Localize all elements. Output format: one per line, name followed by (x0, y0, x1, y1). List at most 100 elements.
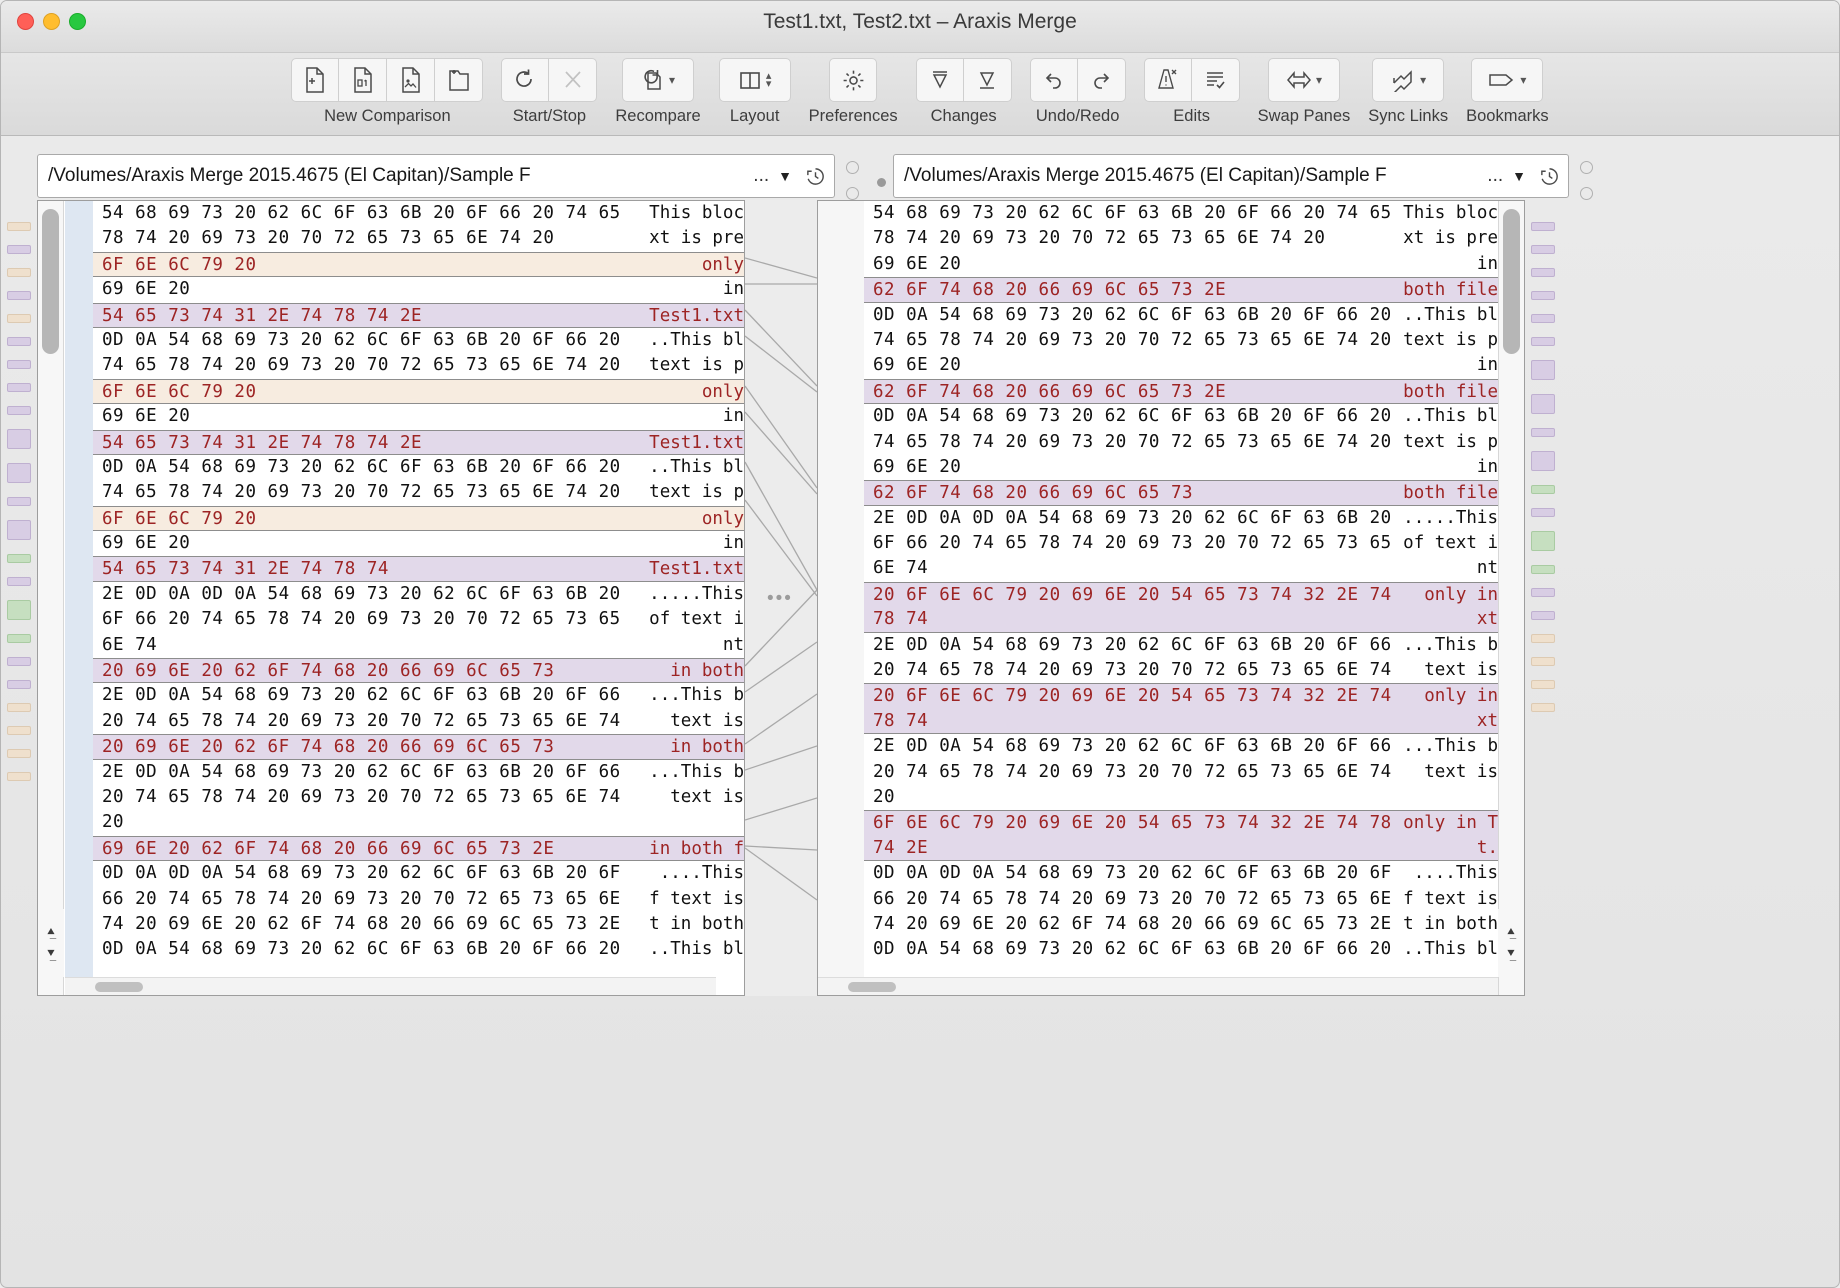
hex-row[interactable]: 69 6E 20in (93, 531, 744, 556)
hex-row[interactable]: 0D 0A 54 68 69 73 20 62 6C 6F 63 6B 20 6… (93, 328, 744, 353)
sync-dot[interactable] (846, 161, 859, 174)
hex-row[interactable]: 78 74xt (864, 607, 1498, 632)
hex-row[interactable]: 2E 0D 0A 54 68 69 73 20 62 6C 6F 63 6B 2… (864, 734, 1498, 759)
preferences-button[interactable] (829, 58, 877, 102)
scroll-to-bottom-icon[interactable]: ⯆̲ (1506, 946, 1516, 962)
change-map-marker[interactable] (1531, 680, 1555, 689)
hex-row[interactable]: 2E 0D 0A 54 68 69 73 20 62 6C 6F 63 6B 2… (93, 760, 744, 785)
hex-row[interactable]: 20 74 65 78 74 20 69 73 20 70 72 65 73 6… (864, 658, 1498, 683)
change-map-marker[interactable] (7, 337, 31, 346)
hex-row[interactable]: 78 74xt (864, 709, 1498, 734)
right-change-map[interactable] (1525, 200, 1561, 996)
hex-row[interactable]: 20 74 65 78 74 20 69 73 20 70 72 65 73 6… (93, 785, 744, 810)
hex-row[interactable]: 74 65 78 74 20 69 73 20 70 72 65 73 65 6… (93, 480, 744, 505)
chevron-down-icon[interactable]: ▼ (1510, 168, 1534, 184)
change-map-marker[interactable] (7, 703, 31, 712)
change-map-marker[interactable] (7, 577, 31, 586)
new-binary-comparison-button[interactable] (339, 58, 387, 102)
change-map-marker[interactable] (1531, 268, 1555, 277)
hex-row[interactable]: 20 69 6E 20 62 6F 74 68 20 66 69 6C 65 7… (93, 658, 744, 683)
change-map-marker[interactable] (7, 314, 31, 323)
change-map-marker[interactable] (7, 520, 31, 540)
change-map-marker[interactable] (7, 680, 31, 689)
scrollbar-thumb[interactable] (848, 982, 896, 992)
left-hex-pane[interactable]: 54 68 69 73 20 62 6C 6F 63 6B 20 6F 66 2… (37, 200, 745, 996)
change-map-marker[interactable] (7, 268, 31, 277)
hex-row[interactable]: 0D 0A 0D 0A 54 68 69 73 20 62 6C 6F 63 6… (93, 861, 744, 886)
hex-row[interactable]: 0D 0A 54 68 69 73 20 62 6C 6F 63 6B 20 6… (93, 937, 744, 962)
hex-row[interactable]: 74 20 69 6E 20 62 6F 74 68 20 66 69 6C 6… (93, 912, 744, 937)
hex-row[interactable]: 0D 0A 0D 0A 54 68 69 73 20 62 6C 6F 63 6… (864, 861, 1498, 886)
scroll-to-bottom-icon[interactable]: ⯆̲ (46, 946, 56, 962)
hex-row[interactable]: 6E 74nt (93, 633, 744, 658)
change-map-marker[interactable] (7, 600, 31, 620)
hex-row[interactable]: 2E 0D 0A 54 68 69 73 20 62 6C 6F 63 6B 2… (93, 683, 744, 708)
change-map-marker[interactable] (1531, 314, 1555, 323)
hex-row[interactable]: 78 74 20 69 73 20 70 72 65 73 65 6E 74 2… (93, 226, 744, 251)
right-hex-pane[interactable]: 54 68 69 73 20 62 6C 6F 63 6B 20 6F 66 2… (817, 200, 1525, 996)
hex-row[interactable]: 20 6F 6E 6C 79 20 69 6E 20 54 65 73 74 3… (864, 582, 1498, 607)
recompare-button[interactable]: ▾ (622, 58, 694, 102)
hex-row[interactable]: 69 6E 20in (864, 252, 1498, 277)
change-map-marker[interactable] (1531, 634, 1555, 643)
change-map-marker[interactable] (7, 726, 31, 735)
change-map-marker[interactable] (7, 554, 31, 563)
hex-row[interactable]: 6F 6E 6C 79 20 69 6E 20 54 65 73 74 32 2… (864, 810, 1498, 835)
hex-row[interactable]: 54 68 69 73 20 62 6C 6F 63 6B 20 6F 66 2… (93, 201, 744, 226)
change-map-marker[interactable] (7, 222, 31, 231)
change-map-marker[interactable] (7, 406, 31, 415)
hex-row[interactable]: 0D 0A 54 68 69 73 20 62 6C 6F 63 6B 20 6… (864, 404, 1498, 429)
right-vertical-scrollbar[interactable] (1498, 201, 1524, 995)
change-map-marker[interactable] (1531, 565, 1555, 574)
change-map-marker[interactable] (7, 360, 31, 369)
hex-row[interactable]: 20 74 65 78 74 20 69 73 20 70 72 65 73 6… (93, 709, 744, 734)
discard-edits-button[interactable] (1144, 58, 1192, 102)
change-map-marker[interactable] (7, 657, 31, 666)
clock-history-icon[interactable] (800, 166, 830, 187)
redo-button[interactable] (1078, 58, 1126, 102)
hex-row[interactable]: 2E 0D 0A 54 68 69 73 20 62 6C 6F 63 6B 2… (864, 633, 1498, 658)
hex-row[interactable]: 0D 0A 54 68 69 73 20 62 6C 6F 63 6B 20 6… (93, 455, 744, 480)
hex-row[interactable]: 6F 6E 6C 79 20only (93, 252, 744, 277)
start-button[interactable] (501, 58, 549, 102)
new-image-comparison-button[interactable] (387, 58, 435, 102)
apply-edits-button[interactable] (1192, 58, 1240, 102)
change-map-marker[interactable] (7, 383, 31, 392)
scroll-to-top-icon[interactable]: ⯅̲ (1506, 924, 1516, 940)
chevron-down-icon[interactable]: ▼ (776, 168, 800, 184)
scrollbar-thumb[interactable] (95, 982, 143, 992)
hex-row[interactable]: 69 6E 20in (864, 455, 1498, 480)
change-map-marker[interactable] (1531, 360, 1555, 380)
new-folder-comparison-button[interactable] (435, 58, 483, 102)
hex-row[interactable]: 74 65 78 74 20 69 73 20 70 72 65 73 65 6… (93, 353, 744, 378)
change-map-marker[interactable] (1531, 291, 1555, 300)
sync-dot[interactable] (846, 187, 859, 200)
stop-button[interactable] (549, 58, 597, 102)
hex-row[interactable]: 2E 0D 0A 0D 0A 54 68 69 73 20 62 6C 6F 6… (93, 582, 744, 607)
hex-row[interactable]: 74 2Et. (864, 836, 1498, 861)
change-map-marker[interactable] (7, 749, 31, 758)
sync-dot[interactable] (1580, 161, 1593, 174)
hex-row[interactable]: 78 74 20 69 73 20 70 72 65 73 65 6E 74 2… (864, 226, 1498, 251)
change-map-marker[interactable] (7, 291, 31, 300)
change-map-marker[interactable] (1531, 337, 1555, 346)
hex-row[interactable]: 62 6F 74 68 20 66 69 6C 65 73both file (864, 480, 1498, 505)
change-map-marker[interactable] (1531, 428, 1555, 437)
change-map-marker[interactable] (1531, 508, 1555, 517)
hex-row[interactable]: 74 65 78 74 20 69 73 20 70 72 65 73 65 6… (864, 328, 1498, 353)
hex-row[interactable]: 2E 0D 0A 0D 0A 54 68 69 73 20 62 6C 6F 6… (864, 506, 1498, 531)
change-map-marker[interactable] (1531, 703, 1555, 712)
hex-row[interactable]: 20 74 65 78 74 20 69 73 20 70 72 65 73 6… (864, 760, 1498, 785)
hex-row[interactable]: 74 20 69 6E 20 62 6F 74 68 20 66 69 6C 6… (864, 912, 1498, 937)
change-map-marker[interactable] (1531, 611, 1555, 620)
change-map-marker[interactable] (1531, 394, 1555, 414)
change-map-marker[interactable] (1531, 245, 1555, 254)
change-map-marker[interactable] (7, 463, 31, 483)
change-map-marker[interactable] (1531, 222, 1555, 231)
change-map-marker[interactable] (7, 497, 31, 506)
hex-row[interactable]: 6F 6E 6C 79 20only (93, 379, 744, 404)
change-map-marker[interactable] (7, 429, 31, 449)
hex-row[interactable]: 54 65 73 74 31 2E 74 78 74 2ETest1.txt (93, 303, 744, 328)
hex-row[interactable]: 66 20 74 65 78 74 20 69 73 20 70 72 65 7… (93, 887, 744, 912)
change-map-marker[interactable] (1531, 485, 1555, 494)
